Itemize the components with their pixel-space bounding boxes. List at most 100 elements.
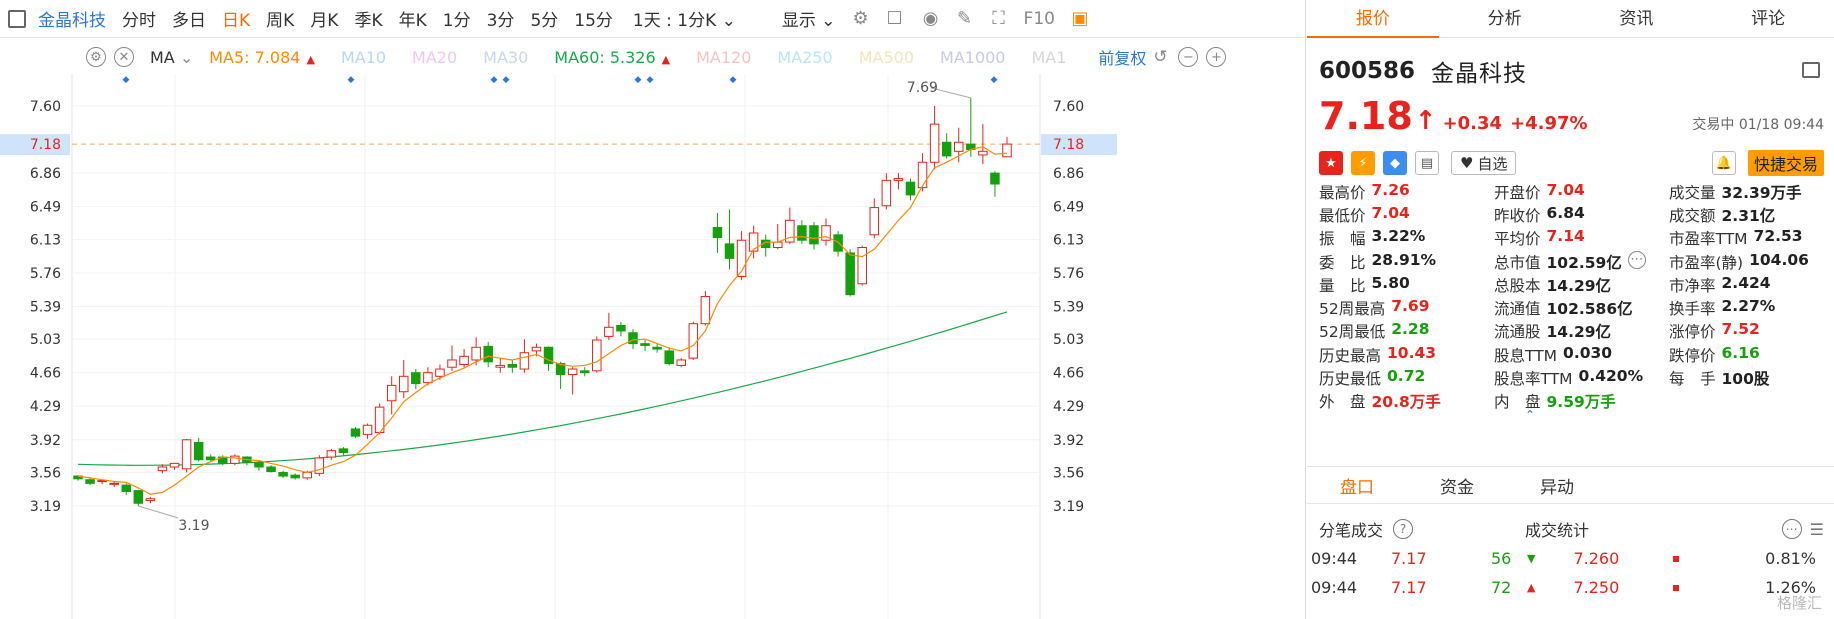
zoom-out-icon[interactable]: − [1178, 47, 1199, 67]
stat-label: 量 比 [1319, 276, 1366, 295]
candle-body [616, 325, 626, 332]
ma-item[interactable]: MA5: 7.084 ▲ [209, 48, 315, 67]
ma-item[interactable]: MA10 [341, 48, 386, 67]
zoom-in-icon[interactable]: + [1206, 47, 1227, 67]
stat-value: 7.52 [1721, 320, 1760, 339]
stock-name: 金晶科技 [1431, 61, 1528, 87]
ma-list: MA5: 7.084 ▲ MA10 MA20 MA30 MA60: 5.326 ▲ MA120… [209, 48, 1092, 67]
ma-item[interactable]: MA20 [412, 48, 457, 67]
period-tab[interactable]: 15分 [566, 6, 621, 31]
stat-value: 20.8万手 [1371, 393, 1441, 412]
period-tab[interactable]: 日K [214, 6, 258, 31]
china-flag-icon[interactable]: ★ [1319, 151, 1343, 175]
depth-tab[interactable]: 盘口 [1307, 473, 1407, 498]
ma-item[interactable]: MA30 [483, 48, 528, 67]
stat-value: 28.91% [1371, 250, 1437, 269]
lightning-icon[interactable]: ⚡ [1351, 151, 1375, 175]
fq-toggle[interactable]: 前复权 [1098, 45, 1146, 69]
camera-icon[interactable]: ◉ [920, 8, 942, 30]
period-tab[interactable]: 季K [346, 6, 390, 31]
stat-value: 72.53 [1753, 227, 1803, 246]
ma-item-label: MA500 [858, 47, 915, 67]
layout-toggle-icon[interactable] [8, 9, 26, 28]
ma60-line [77, 311, 1008, 466]
tag-icon[interactable]: ◆ [1383, 151, 1407, 175]
ma-item[interactable]: MA120 [696, 48, 751, 67]
panel-tab[interactable]: 评论 [1702, 0, 1834, 37]
depth-tab[interactable]: 资金 [1407, 473, 1507, 498]
panel-tab[interactable]: 分析 [1439, 0, 1571, 37]
period-tab[interactable]: 分时 [114, 6, 164, 31]
more-icon[interactable]: ⋯ [1781, 519, 1802, 539]
stat-label: 每 手 [1669, 370, 1716, 389]
period-tab[interactable]: 5分 [522, 6, 566, 31]
stat-row: 量 比 5.80 总股本 14.29亿 市净率 2.424 [1319, 273, 1834, 296]
close-icon[interactable]: ✕ [114, 47, 134, 67]
ma-item[interactable]: MA500 [859, 48, 914, 67]
candle-body [362, 424, 373, 435]
stat-cell: 换手率 2.27% [1669, 297, 1834, 319]
period-tab[interactable]: 月K [302, 6, 346, 31]
pen-icon[interactable]: ✎ [954, 8, 976, 30]
period-tab[interactable]: 周K [258, 6, 302, 31]
list-icon[interactable]: ☰ [1810, 520, 1824, 539]
panel-tab[interactable]: 资讯 [1571, 0, 1703, 37]
candle-body [205, 456, 216, 461]
y-tick-label-left: 6.13 [30, 232, 61, 248]
kline-chart[interactable]: ◆ ◆ ◆ ◆ ◆ ◆ ◆ ◆ 3.19 3.19 3.56 3.56 3.92 3.92 4.29 4.29… [0, 74, 1306, 619]
stat-value: 2.28 [1391, 320, 1430, 339]
candle-body [905, 181, 916, 196]
help-icon[interactable]: ? [1393, 519, 1414, 539]
stat-price: 7.260 [1573, 549, 1620, 568]
note-icon[interactable]: ▤ [1415, 151, 1439, 175]
y-tick-label-right: 5.03 [1053, 332, 1084, 348]
stock-name-link[interactable]: 金晶科技 [32, 6, 114, 31]
event-marker-icon: ◆ [123, 75, 130, 85]
display-dropdown[interactable]: 显示 ⌄ [774, 6, 844, 31]
trade-time: 09:44 [1311, 549, 1358, 568]
stat-value: 5.80 [1371, 273, 1410, 292]
quick-trade-button[interactable]: 快捷交易 [1747, 150, 1824, 176]
y-tick-label-left: 6.86 [30, 166, 61, 182]
depth-tab[interactable]: 异动 [1507, 473, 1607, 498]
candle-body [845, 252, 855, 296]
ma-item[interactable]: MA60: 5.326 ▲ [554, 48, 670, 67]
stat-value: 102.586亿 [1546, 300, 1633, 319]
gear-icon[interactable]: ⚙ [86, 47, 106, 67]
watchlist-button[interactable]: ♥ 自选 [1451, 151, 1517, 175]
panel-tabs: 报价 分析 资讯 评论 [1307, 0, 1834, 38]
stat-label: 流通值 [1494, 300, 1541, 319]
ma-item-label: MA30 [483, 47, 529, 67]
period-tab[interactable]: 1分 [435, 6, 479, 31]
sidebar-toggle-icon[interactable]: ▣ [1069, 8, 1091, 30]
bell-icon[interactable]: 🔔 [1711, 151, 1736, 175]
ma-item[interactable]: MA1 [1031, 48, 1066, 67]
y-tick-label-right: 5.76 [1053, 266, 1084, 282]
undo-icon[interactable]: ↺ [1150, 47, 1170, 67]
f10-button[interactable]: F10 [1016, 9, 1063, 29]
period-tab[interactable]: 年K [391, 6, 435, 31]
stat-value: 14.29亿 [1546, 323, 1612, 342]
collapse-caret-icon[interactable]: ⌃ [1525, 408, 1535, 422]
panel-layout-icon[interactable] [1802, 62, 1820, 78]
square-icon[interactable]: ☐ [884, 8, 906, 30]
candle-body [399, 375, 409, 393]
stat-cell: 流通股 14.29亿 [1494, 320, 1669, 342]
panel-tab[interactable]: 报价 [1307, 0, 1439, 38]
ma-item[interactable]: MA250 [777, 48, 832, 67]
stat-label: 总股本 [1494, 276, 1541, 295]
trade-volume: 56 [1491, 549, 1512, 568]
candle-body [664, 350, 674, 365]
period-tab[interactable]: 3分 [479, 6, 523, 31]
interval-dropdown[interactable]: 1天 : 1分K ⌄ [625, 6, 744, 31]
ma-selector[interactable]: MA ⌄ [150, 48, 193, 67]
candle-body [447, 359, 457, 368]
candle-body [290, 474, 300, 479]
period-tab[interactable]: 多日 [164, 6, 214, 31]
gear-icon[interactable]: ⚙ [850, 8, 872, 30]
ma-item[interactable]: MA1000 [940, 48, 1005, 67]
candle-body [857, 246, 867, 285]
stat-cell: 市净率 2.424 [1669, 274, 1834, 296]
fullscreen-icon[interactable]: ⛶ [988, 8, 1010, 30]
more-icon[interactable]: ⋯ [1627, 250, 1646, 269]
